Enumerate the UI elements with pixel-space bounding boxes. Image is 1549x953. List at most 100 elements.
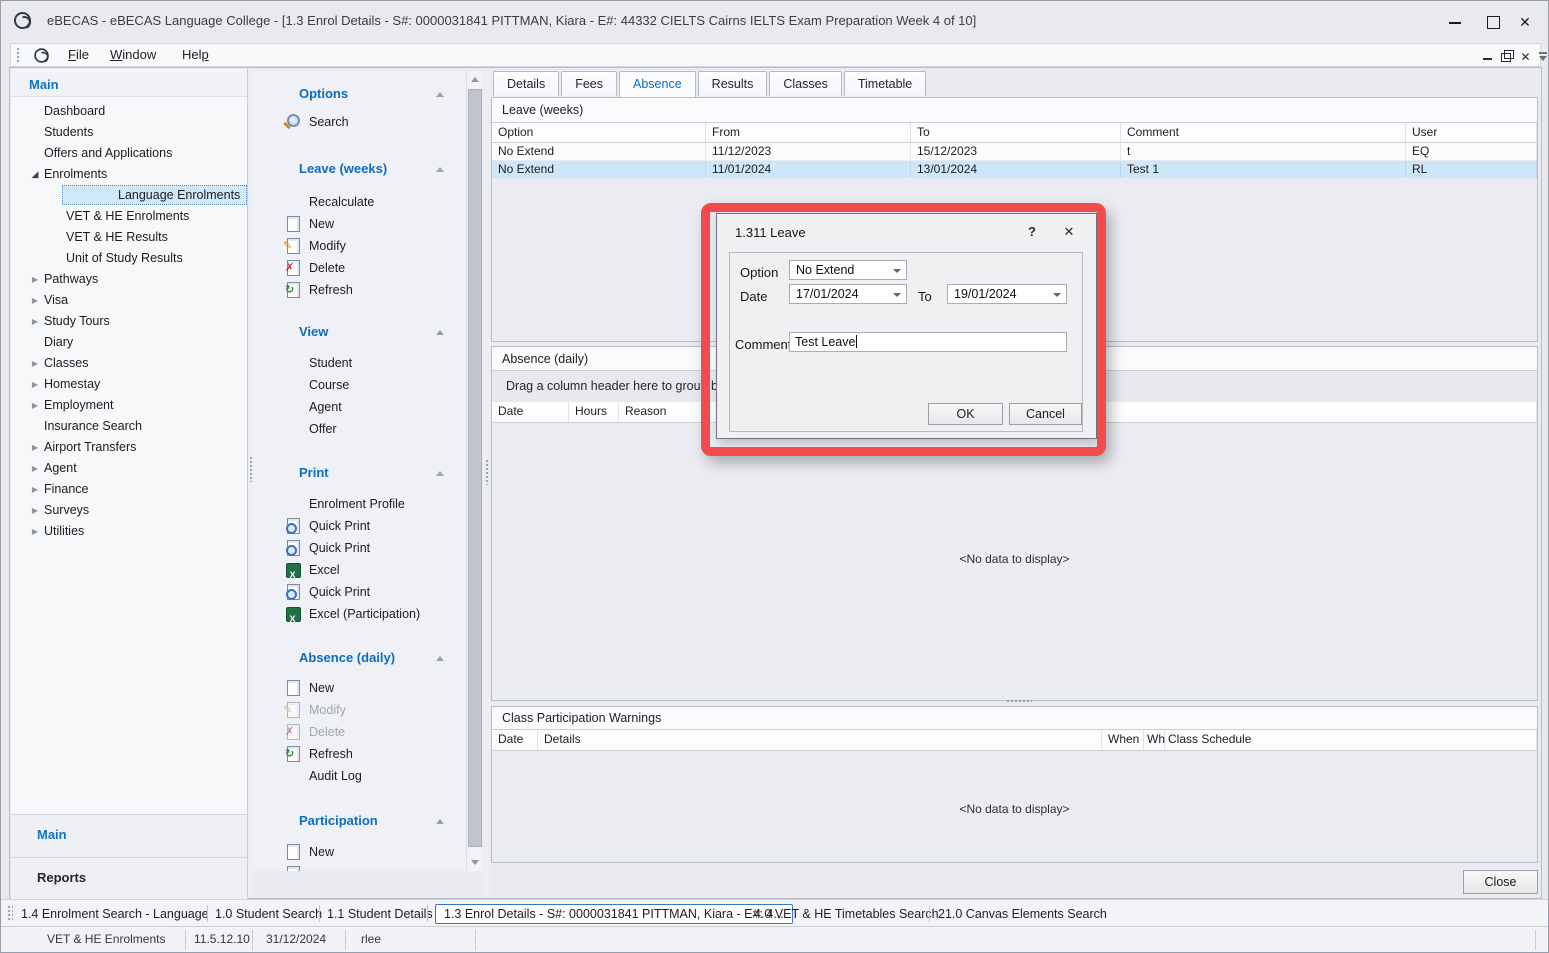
collapse-icon[interactable] — [436, 656, 444, 661]
sidebar-item-dashboard[interactable]: Dashboard — [11, 101, 247, 122]
section-header-view[interactable]: View — [254, 324, 466, 342]
scroll-up-arrow[interactable] — [467, 71, 483, 88]
tree-collapsed-icon[interactable]: ▶ — [29, 269, 41, 290]
tree-collapsed-icon[interactable]: ▶ — [29, 395, 41, 416]
close-form-button[interactable]: Close — [1463, 870, 1538, 894]
panel-item-excel-participation[interactable]: Excel (Participation) — [254, 603, 466, 625]
menu-window[interactable]: Window — [97, 44, 169, 66]
tab-absence[interactable]: Absence — [619, 71, 696, 97]
maximize-button[interactable] — [1476, 9, 1510, 35]
section-header-absence-daily[interactable]: Absence (daily) — [254, 650, 466, 668]
panel-item-leave-new[interactable]: New — [254, 213, 466, 235]
form-tab-student-search[interactable]: 1.0 Student Search — [215, 905, 322, 923]
sidebar-item-utilities[interactable]: ▶Utilities — [11, 521, 247, 542]
form-tab-enrol-details-selected[interactable]: 1.3 Enrol Details - S#: 0000031841 PITTM… — [435, 904, 793, 924]
panel-item-recalculate[interactable]: Recalculate — [254, 191, 466, 213]
section-header-print[interactable]: Print — [254, 465, 466, 483]
tree-collapsed-icon[interactable]: ▶ — [29, 458, 41, 479]
sidebar-section-main[interactable]: Main — [11, 815, 247, 857]
sidebar-item-visa[interactable]: ▶Visa — [11, 290, 247, 311]
date-from-picker[interactable]: 17/01/2024 — [789, 284, 907, 304]
column-header-date[interactable]: Date — [492, 402, 569, 422]
form-tab-student-details[interactable]: 1.1 Student Details — [327, 905, 433, 923]
sidebar-item-vet-he-enrolments[interactable]: VET & HE Enrolments — [11, 206, 247, 227]
collapse-icon[interactable] — [436, 471, 444, 476]
sidebar-item-employment[interactable]: ▶Employment — [11, 395, 247, 416]
tree-collapsed-icon[interactable]: ▶ — [29, 521, 41, 542]
sidebar-item-vet-he-results[interactable]: VET & HE Results — [11, 227, 247, 248]
sidebar-item-enrolments[interactable]: ◢Enrolments — [11, 164, 247, 185]
column-header-details[interactable]: Details — [538, 730, 1102, 750]
tree-collapsed-icon[interactable]: ▶ — [29, 500, 41, 521]
sidebar-item-students[interactable]: Students — [11, 122, 247, 143]
mdi-child-icon[interactable] — [34, 48, 48, 62]
section-header-participation[interactable]: Participation — [254, 813, 466, 831]
panel-item-leave-refresh[interactable]: Refresh — [254, 279, 466, 301]
column-header-from[interactable]: From — [706, 123, 911, 142]
horizontal-splitter-grip[interactable] — [1006, 699, 1032, 704]
date-to-picker[interactable]: 19/01/2024 — [947, 284, 1067, 304]
tab-timetable[interactable]: Timetable — [844, 71, 926, 96]
section-header-options[interactable]: Options — [254, 86, 466, 104]
collapse-icon[interactable] — [436, 819, 444, 824]
panel-item-quick-print-2[interactable]: Quick Print — [254, 537, 466, 559]
form-tab-enrolment-search[interactable]: 1.4 Enrolment Search - Language — [21, 905, 209, 923]
sidebar-item-classes[interactable]: ▶Classes — [11, 353, 247, 374]
panel-item-quick-print-1[interactable]: Quick Print — [254, 515, 466, 537]
sidebar-item-diary[interactable]: Diary — [11, 332, 247, 353]
tree-collapsed-icon[interactable]: ▶ — [29, 290, 41, 311]
sidebar-item-offers-and-applications[interactable]: Offers and Applications — [11, 143, 247, 164]
sidebar-item-pathways[interactable]: ▶Pathways — [11, 269, 247, 290]
menubar-grip[interactable] — [16, 47, 21, 64]
tree-collapsed-icon[interactable]: ▶ — [29, 374, 41, 395]
comment-field[interactable]: Test Leave — [789, 332, 1067, 352]
form-tab-vet-he-timetables[interactable]: 4.0 VET & HE Timetables Search — [754, 905, 939, 923]
column-header-wh[interactable]: Wh — [1144, 730, 1165, 750]
panel-item-audit-log[interactable]: Audit Log — [254, 765, 466, 787]
sidebar-item-surveys[interactable]: ▶Surveys — [11, 500, 247, 521]
menu-file[interactable]: File — [55, 44, 102, 66]
form-tab-canvas-elements[interactable]: 21.0 Canvas Elements Search — [938, 905, 1107, 923]
panel-item-absence-new[interactable]: New — [254, 677, 466, 699]
panel-item-leave-modify[interactable]: Modify — [254, 235, 466, 257]
tree-collapsed-icon[interactable]: ▶ — [29, 353, 41, 374]
table-row-selected[interactable]: No Extend 11/01/2024 13/01/2024 Test 1 R… — [492, 161, 1537, 179]
content-splitter[interactable] — [484, 69, 490, 897]
tab-results[interactable]: Results — [698, 71, 768, 96]
dialog-help-button[interactable]: ? — [1022, 224, 1042, 239]
section-header-leave-weeks[interactable]: Leave (weeks) — [254, 161, 466, 179]
column-header-class-schedule[interactable]: Class Schedule — [1165, 730, 1537, 750]
panel-item-search[interactable]: Search — [254, 111, 466, 133]
sidebar-item-homestay[interactable]: ▶Homestay — [11, 374, 247, 395]
table-row[interactable]: No Extend 11/12/2023 15/12/2023 t EQ — [492, 143, 1537, 161]
tree-collapsed-icon[interactable]: ▶ — [29, 311, 41, 332]
sidebar-item-airport-transfers[interactable]: ▶Airport Transfers — [11, 437, 247, 458]
tree-expanded-icon[interactable]: ◢ — [29, 164, 41, 185]
sidebar-item-study-tours[interactable]: ▶Study Tours — [11, 311, 247, 332]
column-header-to[interactable]: To — [911, 123, 1121, 142]
mdi-minimize-button[interactable] — [1479, 48, 1496, 64]
sidebar-item-unit-of-study-results[interactable]: Unit of Study Results — [11, 248, 247, 269]
collapse-icon[interactable] — [436, 167, 444, 172]
collapse-icon[interactable] — [436, 92, 444, 97]
panel-item-quick-print-3[interactable]: Quick Print — [254, 581, 466, 603]
panel-item-leave-delete[interactable]: Delete — [254, 257, 466, 279]
collapse-icon[interactable] — [436, 330, 444, 335]
sidebar-section-reports[interactable]: Reports — [11, 858, 247, 900]
panel-item-view-offer[interactable]: Offer — [254, 418, 466, 440]
sidebar-item-language-enrolments[interactable]: Language Enrolments — [11, 185, 247, 206]
sidebar-item-insurance-search[interactable]: Insurance Search — [11, 416, 247, 437]
panel-scrollbar[interactable] — [466, 71, 482, 871]
column-header-comment[interactable]: Comment — [1121, 123, 1406, 142]
sidebar-item-agent[interactable]: ▶Agent — [11, 458, 247, 479]
close-button[interactable]: ✕ — [1508, 9, 1542, 35]
panel-item-view-agent[interactable]: Agent — [254, 396, 466, 418]
cancel-button[interactable]: Cancel — [1009, 403, 1082, 425]
column-header-date[interactable]: Date — [492, 730, 538, 750]
panel-item-participation-new[interactable]: New — [254, 841, 466, 863]
panel-item-view-student[interactable]: Student — [254, 352, 466, 374]
panel-item-absence-refresh[interactable]: Refresh — [254, 743, 466, 765]
tab-classes[interactable]: Classes — [769, 71, 841, 96]
panel-item-view-course[interactable]: Course — [254, 374, 466, 396]
dialog-close-button[interactable]: ✕ — [1059, 224, 1079, 240]
